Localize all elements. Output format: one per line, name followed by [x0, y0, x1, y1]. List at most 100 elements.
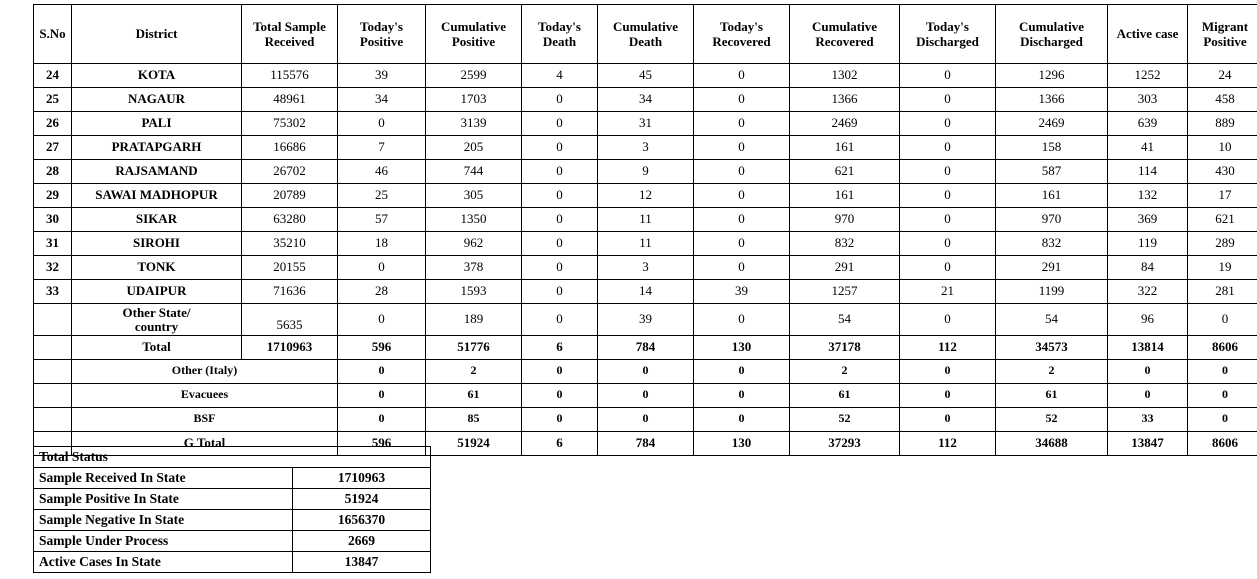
- cell-todays-death: 0: [521, 406, 598, 432]
- header-text: Total Sample: [253, 18, 326, 34]
- cell-migrant-positive: 10: [1187, 135, 1257, 160]
- cell-migrant-positive: 289: [1187, 231, 1257, 256]
- header-text: Received: [264, 34, 315, 49]
- cell-todays-discharged: 0: [899, 358, 996, 384]
- table-row-sub-total: BSF 0 85 0 0 0 52 0 52 33 0: [33, 406, 1257, 432]
- cell-cumulative-discharged: 52: [995, 406, 1108, 432]
- cell-todays-positive: 18: [337, 231, 426, 256]
- cell-todays-death: 0: [521, 159, 598, 184]
- cell-district: Other State/country: [71, 303, 242, 336]
- cell-total-sample-received: 5635: [241, 303, 338, 336]
- cell-cumulative-positive: 305: [425, 183, 522, 208]
- cell-todays-recovered: 130: [693, 430, 790, 456]
- cell-migrant-positive: 0: [1187, 406, 1257, 432]
- cell-district: PRATAPGARH: [71, 135, 242, 160]
- cell-cumulative-death: 784: [597, 334, 694, 360]
- cell-todays-recovered: 0: [693, 255, 790, 280]
- cell-cumulative-recovered: 1257: [789, 279, 900, 304]
- summary-row: Sample Received In State 1710963: [33, 467, 431, 489]
- cell-todays-recovered: 130: [693, 334, 790, 360]
- cell-todays-positive: 34: [337, 87, 426, 112]
- cell-todays-positive: 0: [337, 255, 426, 280]
- col-header-district: District: [71, 4, 242, 64]
- cell-cumulative-recovered: 970: [789, 207, 900, 232]
- cell-active-case: 13847: [1107, 430, 1188, 456]
- cell-total-sample-received: 75302: [241, 111, 338, 136]
- district-status-table-container: S.No District Total Sample Received Today…: [33, 4, 1257, 456]
- col-header-todays-death: Today's Death: [521, 4, 598, 64]
- cell-todays-discharged: 0: [899, 303, 996, 336]
- header-text: Today's: [926, 18, 969, 34]
- cell-migrant-positive: 8606: [1187, 430, 1257, 456]
- cell-active-case: 114: [1107, 159, 1188, 184]
- table-body: 24 KOTA 115576 39 2599 4 45 0 1302 0 1296 1252 24 25 N…: [33, 63, 1257, 456]
- cell-todays-death: 0: [521, 358, 598, 384]
- cell-active-case: 84: [1107, 255, 1188, 280]
- summary-row-label: Active Cases In State: [33, 551, 293, 573]
- table-row: 29 SAWAI MADHOPUR 20789 25 305 0 12 0 161 0 161 132…: [33, 183, 1257, 208]
- summary-row-label: Sample Under Process: [33, 530, 293, 552]
- cell-cumulative-discharged: 587: [995, 159, 1108, 184]
- cell-cumulative-death: 0: [597, 406, 694, 432]
- cell-district: PALI: [71, 111, 242, 136]
- summary-row-value: 1710963: [292, 467, 431, 489]
- cell-cumulative-discharged: 61: [995, 382, 1108, 408]
- cell-district: SAWAI MADHOPUR: [71, 183, 242, 208]
- cell-cumulative-recovered: 37178: [789, 334, 900, 360]
- cell-todays-recovered: 0: [693, 63, 790, 88]
- cell-cumulative-discharged: 158: [995, 135, 1108, 160]
- cell-active-case: 322: [1107, 279, 1188, 304]
- header-text: Death: [542, 34, 577, 49]
- cell-todays-discharged: 0: [899, 207, 996, 232]
- cell-todays-recovered: 39: [693, 279, 790, 304]
- cell-cumulative-death: 3: [597, 135, 694, 160]
- header-text: Today's: [360, 18, 403, 34]
- cell-sno: [33, 358, 72, 384]
- cell-cumulative-death: 11: [597, 231, 694, 256]
- total-status-table-container: Total Status Sample Received In State 171…: [33, 446, 431, 573]
- cell-todays-recovered: 0: [693, 135, 790, 160]
- cell-sno: 29: [33, 183, 72, 208]
- cell-active-case: 132: [1107, 183, 1188, 208]
- cell-migrant-positive: 430: [1187, 159, 1257, 184]
- cell-cumulative-recovered: 2: [789, 358, 900, 384]
- cell-todays-discharged: 0: [899, 231, 996, 256]
- cell-todays-recovered: 0: [693, 358, 790, 384]
- cell-todays-discharged: 0: [899, 255, 996, 280]
- cell-todays-recovered: 0: [693, 231, 790, 256]
- cell-total-sample-received: 35210: [241, 231, 338, 256]
- table-row: 25 NAGAUR 48961 34 1703 0 34 0 1366 0 1366 303 458: [33, 87, 1257, 112]
- table-header: S.No District Total Sample Received Today…: [33, 4, 1257, 64]
- district-status-table: S.No District Total Sample Received Today…: [33, 4, 1257, 456]
- cell-district: UDAIPUR: [71, 279, 242, 304]
- cell-total-sample-received: 115576: [241, 63, 338, 88]
- cell-todays-recovered: 0: [693, 382, 790, 408]
- cell-cumulative-positive: 1350: [425, 207, 522, 232]
- cell-cumulative-discharged: 832: [995, 231, 1108, 256]
- cell-todays-death: 0: [521, 135, 598, 160]
- table-row: 33 UDAIPUR 71636 28 1593 0 14 39 1257 21 1199 322 28…: [33, 279, 1257, 304]
- cell-todays-death: 0: [521, 382, 598, 408]
- cell-sno: 24: [33, 63, 72, 88]
- summary-row-label: Sample Positive In State: [33, 488, 293, 510]
- cell-todays-positive: 25: [337, 183, 426, 208]
- cell-active-case: 639: [1107, 111, 1188, 136]
- cell-migrant-positive: 0: [1187, 303, 1257, 336]
- cell-total-sample-received: 20789: [241, 183, 338, 208]
- cell-subtotal-label: Evacuees: [71, 382, 338, 408]
- header-text: Cumulative: [812, 18, 877, 34]
- cell-cumulative-recovered: 832: [789, 231, 900, 256]
- table-row: 30 SIKAR 63280 57 1350 0 11 0 970 0 970 369 621: [33, 207, 1257, 232]
- cell-todays-death: 0: [521, 255, 598, 280]
- cell-migrant-positive: 0: [1187, 382, 1257, 408]
- cell-cumulative-recovered: 161: [789, 135, 900, 160]
- cell-migrant-positive: 8606: [1187, 334, 1257, 360]
- cell-todays-death: 4: [521, 63, 598, 88]
- cell-district: SIKAR: [71, 207, 242, 232]
- cell-todays-positive: 0: [337, 406, 426, 432]
- cell-cumulative-death: 0: [597, 382, 694, 408]
- cell-todays-discharged: 0: [899, 183, 996, 208]
- cell-cumulative-positive: 744: [425, 159, 522, 184]
- cell-sno: [33, 334, 72, 360]
- cell-cumulative-positive: 1703: [425, 87, 522, 112]
